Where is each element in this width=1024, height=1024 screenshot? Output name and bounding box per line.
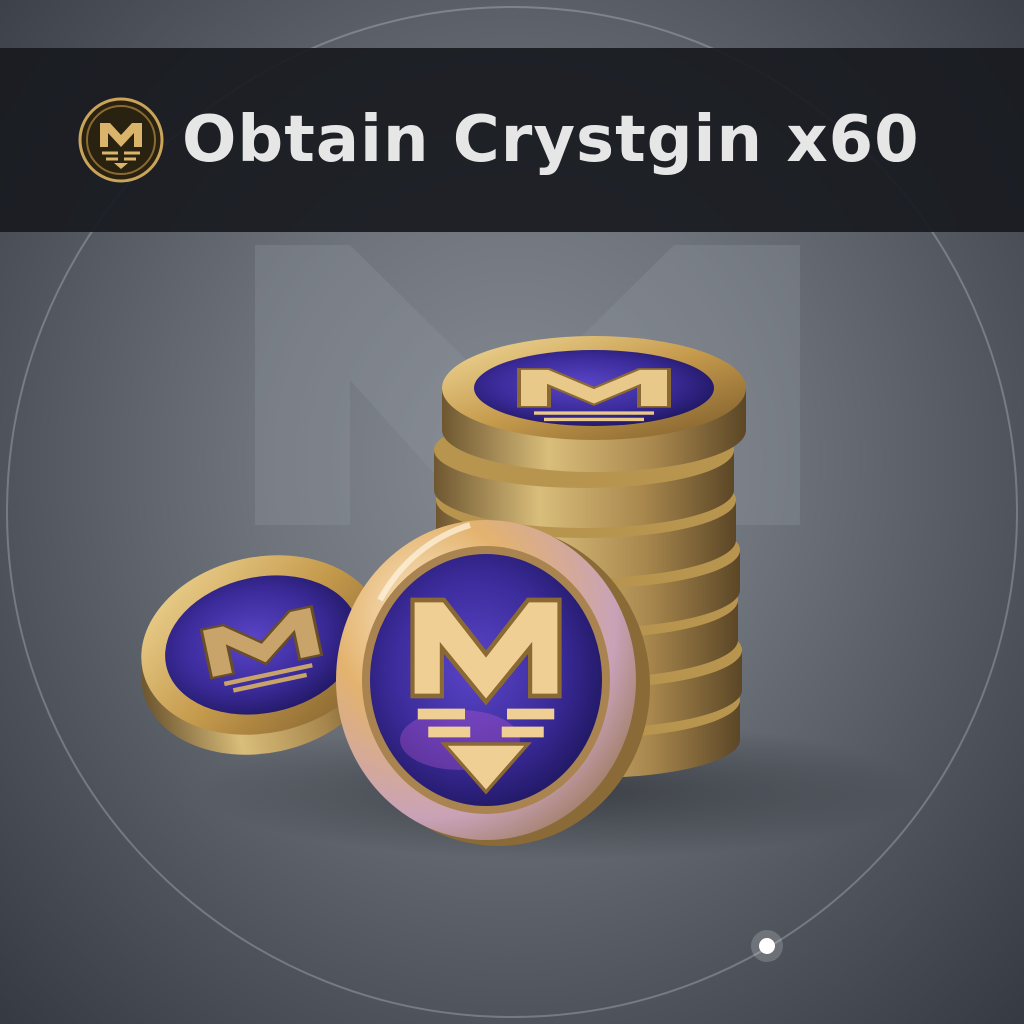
reward-title: Obtain Crystgin x60 xyxy=(182,103,920,177)
crystgin-emblem-icon xyxy=(78,97,164,183)
reward-banner: Obtain Crystgin x60 xyxy=(0,48,1024,232)
reward-popup: Obtain Crystgin x60 xyxy=(0,0,1024,1024)
